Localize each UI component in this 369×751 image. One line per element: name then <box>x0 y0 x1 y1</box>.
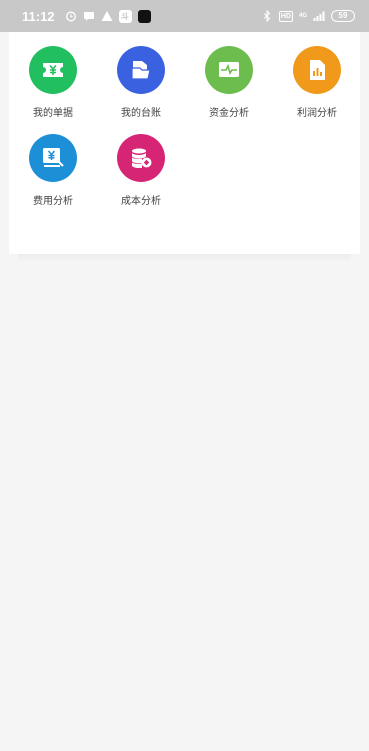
menu-item-label: 资金分析 <box>209 108 249 119</box>
menu-item-label: 利润分析 <box>297 108 337 119</box>
menu-item-cost-analysis[interactable]: 成本分析 <box>97 134 185 208</box>
tiktok-icon <box>137 9 151 23</box>
status-bar-right: HD 4G 59 <box>261 10 355 22</box>
hd-badge: HD <box>278 10 293 22</box>
battery-indicator: 59 <box>331 10 355 22</box>
menu-item-label: 我的台账 <box>121 108 161 119</box>
function-menu-card: 我的单据 我的台账 资金分析 利润分析 费用分析 成本分析 <box>9 32 360 254</box>
menu-item-my-ledger[interactable]: 我的台账 <box>97 46 185 120</box>
menu-item-label: 成本分析 <box>121 196 161 207</box>
menu-item-my-documents[interactable]: 我的单据 <box>9 46 97 120</box>
menu-item-fund-analysis[interactable]: 资金分析 <box>185 46 273 120</box>
folder-icon <box>117 46 165 94</box>
report-chart-icon <box>293 46 341 94</box>
status-time: 11:12 <box>22 8 55 24</box>
message-icon <box>83 10 95 22</box>
card-bottom-shadow <box>18 254 351 262</box>
coin-stack-icon <box>117 134 165 182</box>
status-bar-left: 11:12 斗 <box>22 9 151 24</box>
menu-item-label: 我的单据 <box>33 108 73 119</box>
invoice-yen-icon <box>29 134 77 182</box>
ticket-yen-icon <box>29 46 77 94</box>
menu-item-label: 费用分析 <box>33 196 73 207</box>
menu-item-expense-analysis[interactable]: 费用分析 <box>9 134 97 208</box>
signal-icon <box>313 10 325 22</box>
bluetooth-icon <box>261 10 273 22</box>
status-bar: 11:12 斗 HD 4G 59 <box>0 0 369 32</box>
warning-icon <box>101 10 113 22</box>
alarm-clock-icon <box>65 10 77 22</box>
app-notification-icon: 斗 <box>118 9 132 23</box>
function-grid: 我的单据 我的台账 资金分析 利润分析 费用分析 成本分析 <box>9 46 360 208</box>
pulse-monitor-icon <box>205 46 253 94</box>
menu-item-profit-analysis[interactable]: 利润分析 <box>273 46 361 120</box>
network-type: 4G <box>298 12 307 19</box>
